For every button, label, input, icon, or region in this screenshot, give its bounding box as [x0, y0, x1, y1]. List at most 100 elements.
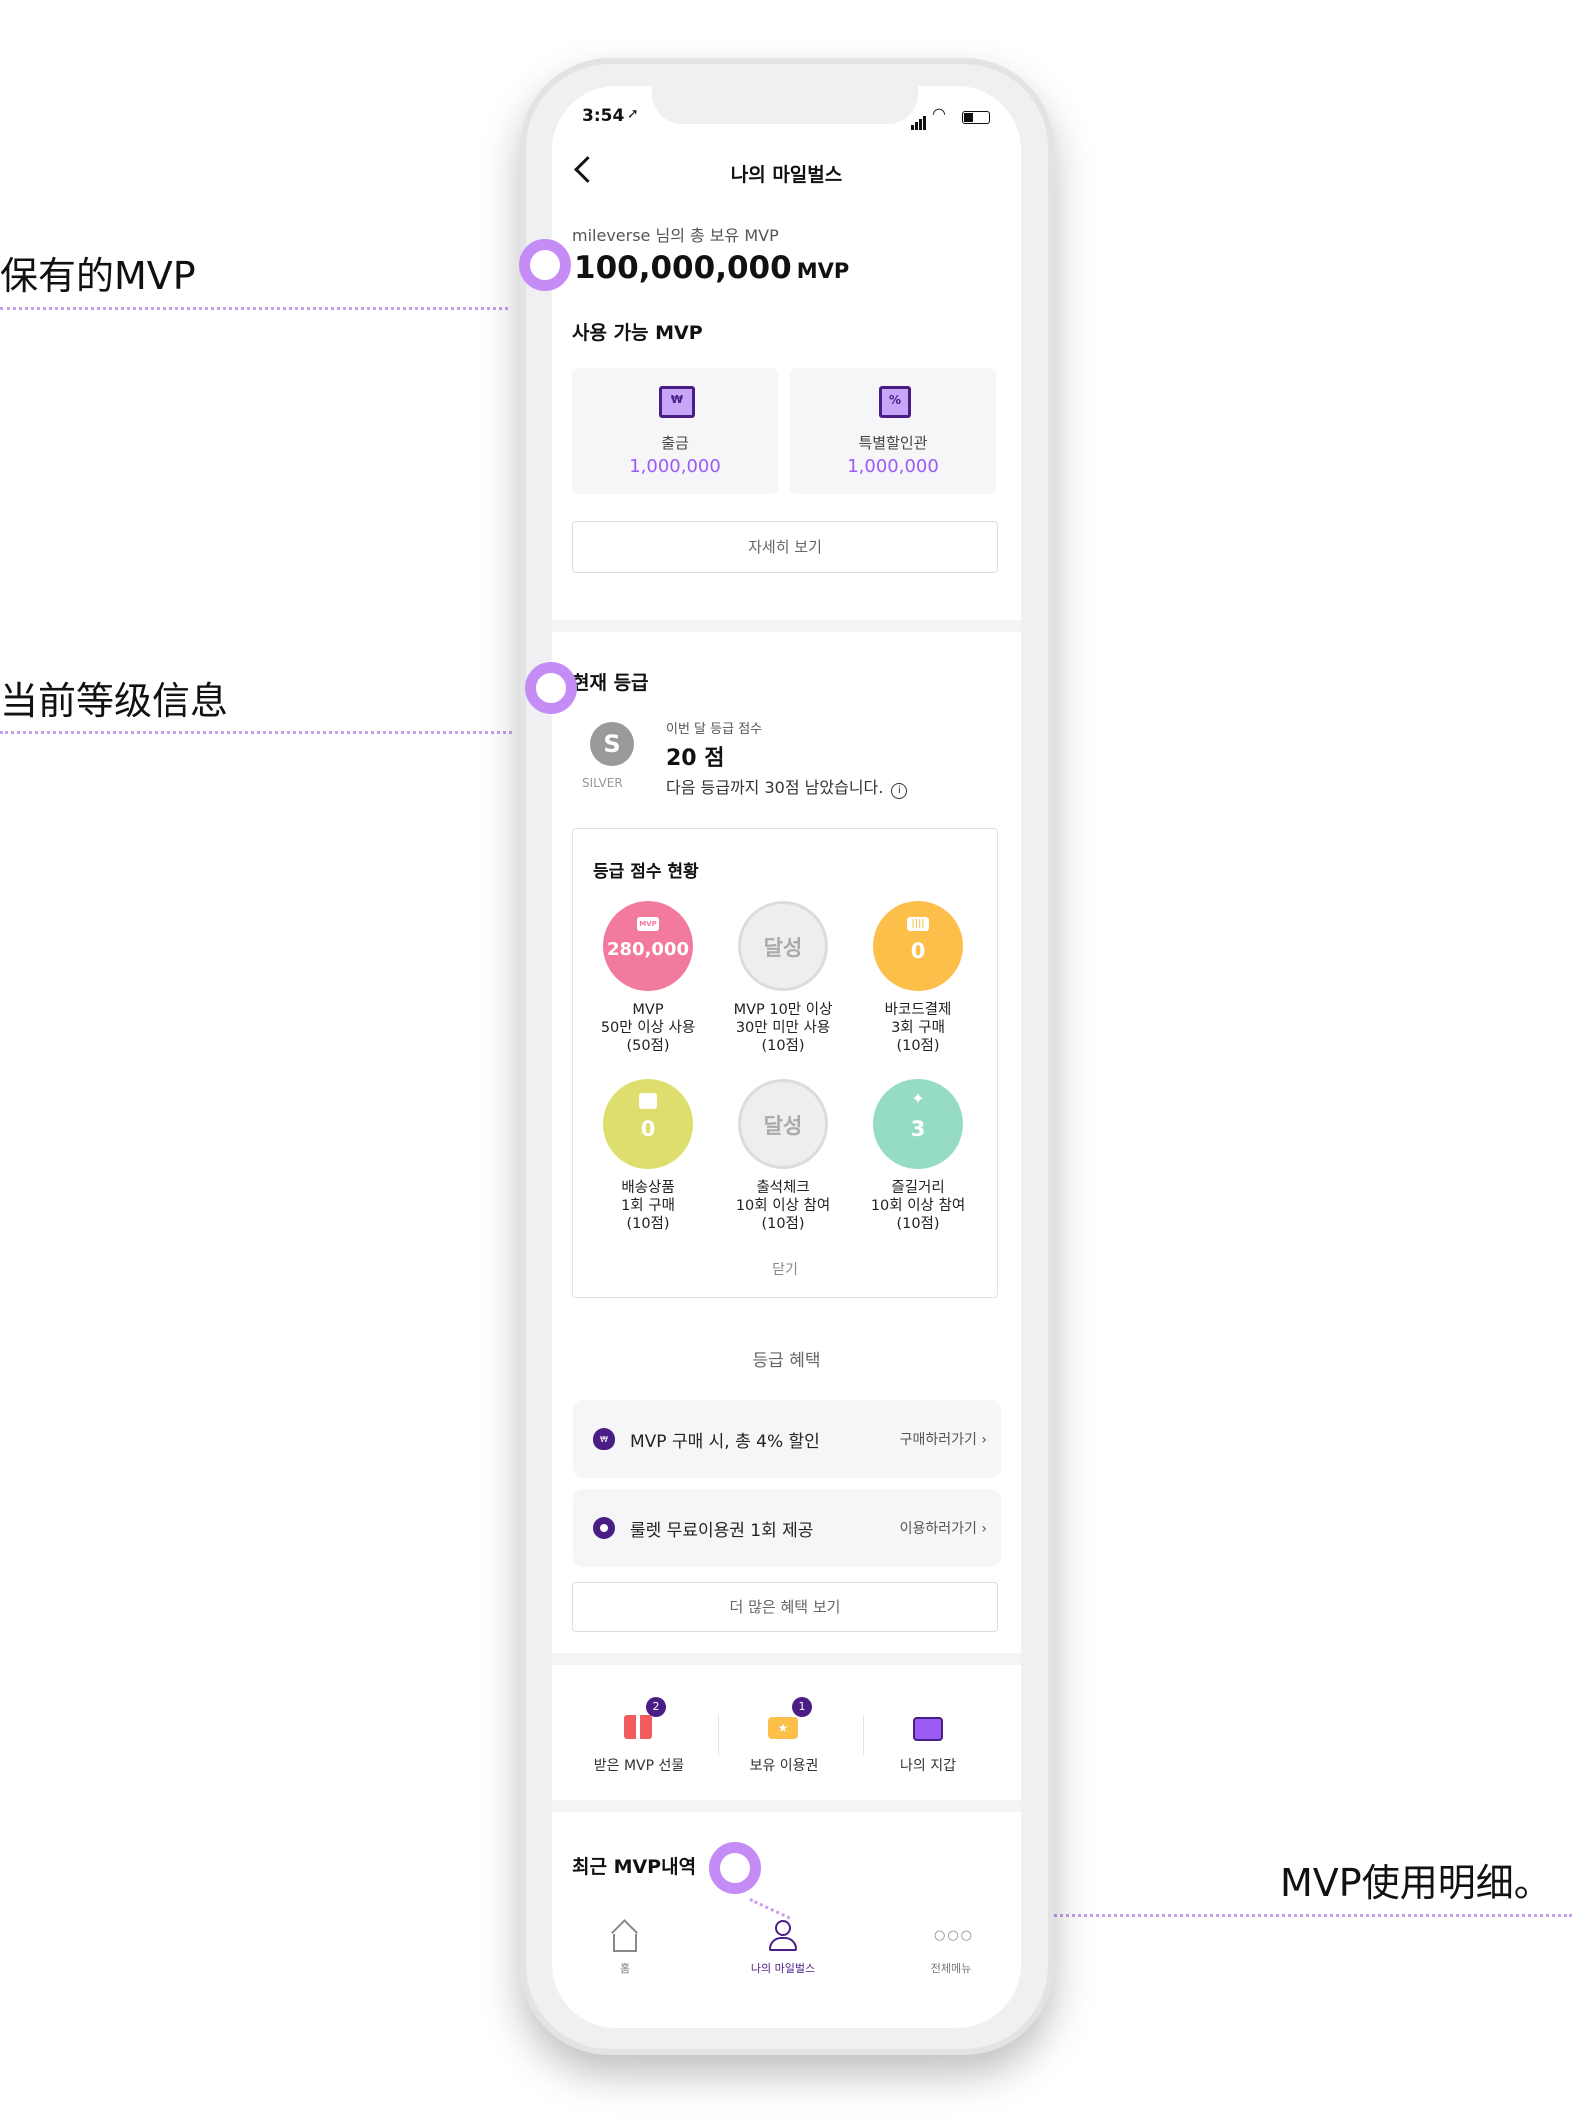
box-icon [639, 1093, 657, 1109]
grade-circle-value: 280,000 [607, 939, 689, 960]
gift-icon[interactable] [624, 1715, 652, 1739]
status-time: 3:54 [582, 106, 625, 126]
usable-title: 사용 가능 MVP [572, 322, 703, 344]
tab-my-mileverse[interactable]: 나의 마일벌스 [723, 1960, 843, 1976]
grade-circle-value: 3 [910, 1117, 926, 1141]
label-line: 바코드결제 [884, 1002, 952, 1018]
grade-item-label: 바코드결제 3회 구매 (10점) [848, 1001, 988, 1055]
tab-all-menu[interactable]: 전체메뉴 [891, 1960, 1011, 1976]
wifi-icon: ◠ [932, 104, 946, 123]
battery-icon [962, 111, 990, 124]
next-grade-text: 다음 등급까지 30점 남았습니다. [666, 778, 884, 797]
tab-bar: 홈 나의 마일벌스 ○○○ 전체메뉴 [552, 1912, 1021, 2008]
section-recent: 최근 MVP내역 홈 나의 마일벌스 ○○○ 전체메뉴 [552, 1812, 1021, 2028]
more-menu-icon[interactable]: ○○○ [934, 1928, 974, 1943]
special-discount-card[interactable]: % 특별할인관 1,000,000 [790, 368, 996, 494]
annotation-owned-mvp: 保有的MVP [0, 254, 196, 298]
benefit-item-roulette[interactable]: 룰렛 무료이용권 1회 제공 이용하러가기 › [573, 1489, 1001, 1567]
score-value: 20 점 [666, 746, 725, 771]
wallet-icon[interactable] [913, 1717, 943, 1741]
benefit-action[interactable]: 이용하러가기 › [900, 1518, 987, 1538]
sparkle-icon: ✦ [911, 1089, 925, 1108]
label-line: (10점) [761, 1216, 805, 1232]
benefit-action-label: 구매하러가기 [899, 1432, 977, 1448]
grade-circle-attendance: 달성 [738, 1079, 828, 1169]
total-mvp-value: 100,000,000 [574, 250, 792, 286]
grade-circle-value: 달성 [763, 1114, 803, 1138]
ticket-count-badge: 1 [792, 1697, 812, 1717]
received-gift-label[interactable]: 받은 MVP 선물 [579, 1755, 699, 1775]
label-line: (10점) [626, 1216, 670, 1232]
withdraw-card[interactable]: ₩ 출금 1,000,000 [572, 368, 778, 494]
benefit-action[interactable]: 구매하러가기 › [900, 1429, 987, 1449]
benefit-text: 룰렛 무료이용권 1회 제공 [630, 1521, 814, 1541]
next-grade-info: 다음 등급까지 30점 남았습니다. i [666, 774, 908, 799]
user-body-icon [769, 1937, 797, 1951]
total-mvp-unit: MVP [796, 259, 850, 283]
phone-screen: 3:54 ➚ ◠ 나의 마일벌스 mileverse 님의 총 보유 MVP 1… [552, 86, 1021, 2028]
grade-status-title: 등급 점수 현황 [593, 862, 699, 882]
owner-line: mileverse 님의 총 보유 MVP [572, 226, 779, 245]
money-bag-icon: ₩ [593, 1428, 615, 1450]
label-line: 즐길거리 [891, 1180, 945, 1196]
annotation-marker-mvp-history [709, 1842, 761, 1894]
benefit-action-label: 이용하러가기 [899, 1521, 977, 1537]
withdraw-label: 출금 [661, 434, 689, 452]
label-line: 출석체크 [756, 1180, 810, 1196]
info-icon[interactable]: i [891, 783, 908, 799]
grade-item-label: 배송상품 1회 구매 (10점) [578, 1179, 718, 1233]
grade-circle-entertainment: ✦ 3 [873, 1079, 963, 1169]
grade-circle-delivery: 0 [603, 1079, 693, 1169]
section-grade: 현재 등급 S SILVER 이번 달 등급 점수 20 점 다음 등급까지 3… [552, 632, 1021, 1653]
special-discount-label: 특별할인관 [858, 434, 928, 452]
label-line: 30만 미만 사용 [735, 1020, 831, 1036]
grade-badge-letter: S [603, 730, 621, 758]
annotation-current-grade: 当前等级信息 [0, 679, 229, 723]
grade-circle-mvp-range: 달성 [738, 901, 828, 991]
label-line: (10점) [896, 1216, 940, 1232]
score-caption: 이번 달 등급 점수 [666, 722, 763, 737]
grade-circle-barcode: |||| 0 [873, 901, 963, 991]
section-summary: 3:54 ➚ ◠ 나의 마일벌스 mileverse 님의 총 보유 MVP 1… [552, 86, 1021, 620]
location-icon: ➚ [627, 106, 639, 122]
gift-count-badge: 2 [646, 1697, 666, 1717]
annotation-marker-owned-mvp [519, 239, 571, 291]
ticket-icon[interactable]: ★ [768, 1717, 798, 1739]
grade-item-label: MVP 10만 이상 30만 미만 사용 (10점) [713, 1001, 853, 1055]
annotation-line-current-grade [0, 731, 512, 734]
label-line: 10회 이상 참여 [735, 1198, 831, 1214]
annotation-line-owned-mvp [0, 307, 508, 310]
signal-icon [911, 111, 927, 130]
label-line: 배송상품 [621, 1180, 675, 1196]
recent-title: 최근 MVP내역 [572, 1856, 697, 1878]
more-benefits-button[interactable]: 더 많은 혜택 보기 [572, 1582, 998, 1632]
withdraw-value: 1,000,000 [629, 456, 721, 477]
owned-ticket-label[interactable]: 보유 이용권 [724, 1755, 844, 1775]
grade-circle-value: 0 [640, 1117, 656, 1141]
my-wallet-label[interactable]: 나의 지갑 [868, 1755, 988, 1775]
grade-status-box: 등급 점수 현황 MVP 280,000 달성 |||| 0 MVP 50만 이… [572, 828, 998, 1298]
grade-badge: S [590, 722, 634, 766]
withdraw-icon: ₩ [659, 386, 695, 418]
mvp-mini-badge: MVP [637, 917, 659, 931]
shopping-bag-icon: % [879, 386, 911, 418]
total-mvp: 100,000,000 MVP [574, 250, 849, 286]
grade-item-label: 즐길거리 10회 이상 참여 (10점) [848, 1179, 988, 1233]
phone-notch [652, 86, 918, 124]
quick-divider [863, 1715, 864, 1755]
special-discount-value: 1,000,000 [847, 456, 939, 477]
user-icon[interactable] [775, 1920, 791, 1936]
label-line: 3회 구매 [891, 1020, 945, 1036]
benefit-text: MVP 구매 시, 총 4% 할인 [630, 1432, 820, 1452]
section-quick-menu: 2 받은 MVP 선물 ★ 1 보유 이용권 나의 지갑 [552, 1665, 1021, 1800]
label-line: 10회 이상 참여 [870, 1198, 966, 1214]
grade-circle-mvp-usage: MVP 280,000 [603, 901, 693, 991]
detail-button[interactable]: 자세히 보기 [572, 521, 998, 573]
grade-title: 현재 등급 [572, 672, 649, 694]
grade-item-label: 출석체크 10회 이상 참여 (10점) [713, 1179, 853, 1233]
label-line: 1회 구매 [621, 1198, 675, 1214]
close-button[interactable]: 닫기 [573, 1259, 997, 1279]
tab-home[interactable]: 홈 [565, 1960, 685, 1976]
benefit-item-discount[interactable]: ₩ MVP 구매 시, 총 4% 할인 구매하러가기 › [573, 1400, 1001, 1478]
quick-divider [718, 1715, 719, 1755]
